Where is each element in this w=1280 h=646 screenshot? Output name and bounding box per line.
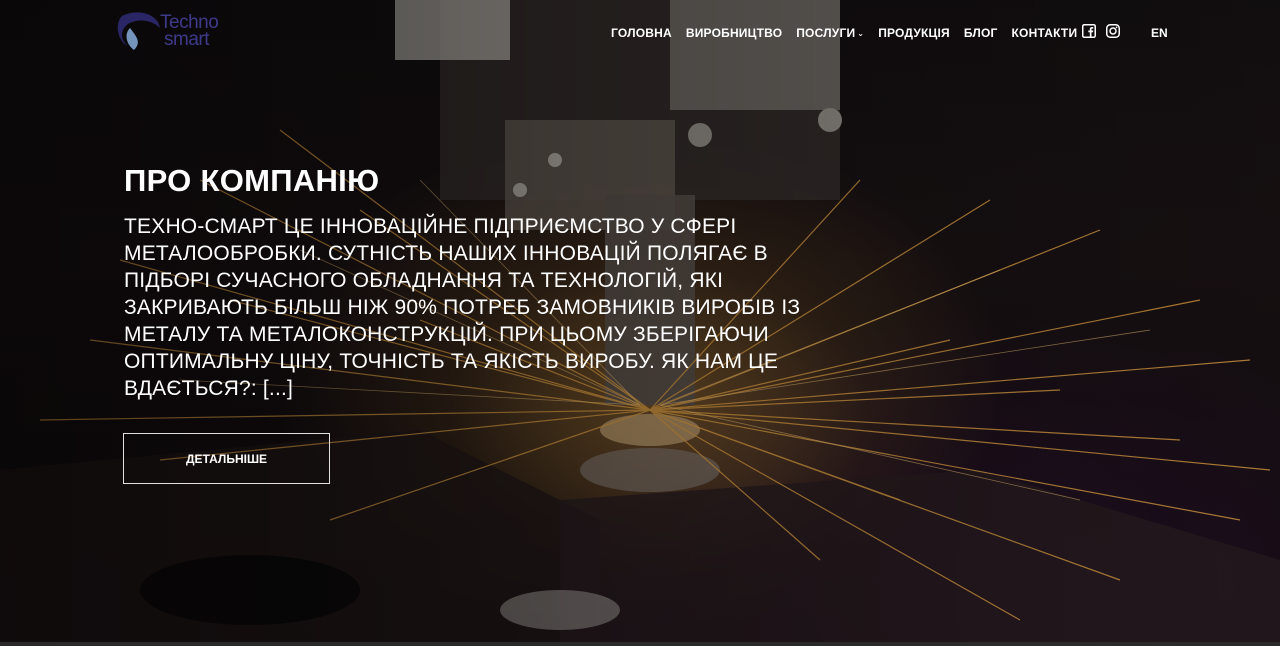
chevron-down-icon: ⌄ bbox=[857, 29, 865, 38]
instagram-icon[interactable] bbox=[1106, 24, 1120, 38]
logo[interactable]: Techno smart bbox=[112, 10, 252, 56]
logo-line-2: smart bbox=[164, 29, 210, 50]
details-button[interactable]: ДЕТАЛЬНІШЕ bbox=[123, 433, 330, 484]
language-switcher[interactable]: EN bbox=[1151, 26, 1168, 40]
company-description: ТЕХНО-СМАРТ ЦЕ ІННОВАЦІЙНЕ ПІДПРИЄМСТВО … bbox=[124, 215, 801, 400]
main-nav: ГОЛОВНА ВИРОБНИЦТВО ПОСЛУГИ ⌄ ПРОДУКЦІЯ Б… bbox=[611, 25, 1091, 41]
logo-text: Techno smart bbox=[160, 13, 219, 50]
logo-mark-icon bbox=[117, 12, 160, 50]
facebook-icon[interactable] bbox=[1082, 24, 1096, 38]
nav-item-services-label: ПОСЛУГИ bbox=[796, 26, 856, 40]
page-bottom-edge bbox=[0, 642, 1280, 646]
nav-item-production[interactable]: ВИРОБНИЦТВО bbox=[686, 26, 782, 40]
site-header: Techno smart ГОЛОВНА ВИРОБНИЦТВО ПОСЛУГИ… bbox=[0, 0, 1280, 66]
nav-item-blog[interactable]: БЛОГ bbox=[964, 26, 998, 40]
hero-section: Techno smart ГОЛОВНА ВИРОБНИЦТВО ПОСЛУГИ… bbox=[0, 0, 1280, 642]
nav-item-products[interactable]: ПРОДУКЦІЯ bbox=[878, 26, 950, 40]
page-title: ПРО КОМПАНІЮ bbox=[124, 163, 380, 198]
nav-item-services[interactable]: ПОСЛУГИ ⌄ bbox=[796, 26, 864, 40]
nav-item-home[interactable]: ГОЛОВНА bbox=[611, 26, 672, 40]
nav-item-contacts[interactable]: КОНТАКТИ bbox=[1012, 26, 1078, 40]
social-links bbox=[1082, 24, 1130, 38]
